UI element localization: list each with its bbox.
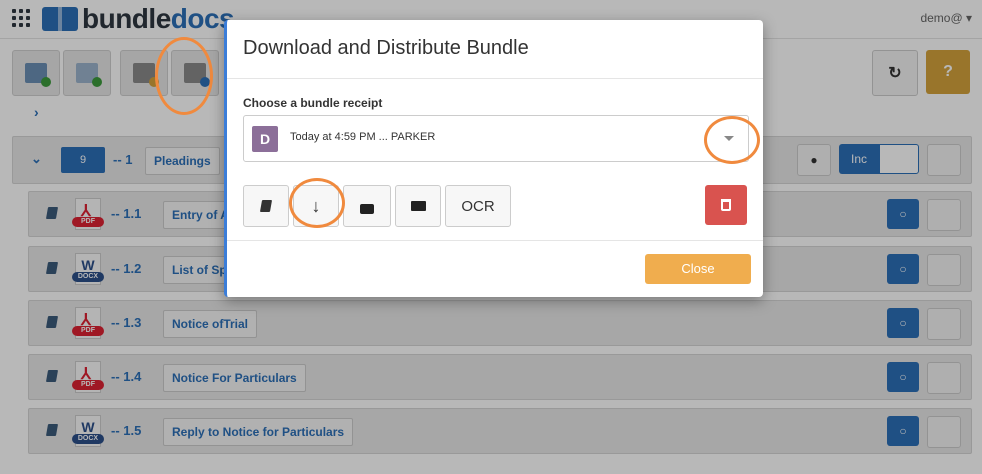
modal-footer: Close bbox=[227, 240, 763, 298]
receipt-label: Choose a bundle receipt bbox=[243, 96, 383, 110]
selected-receipt: Today at 4:59 PM ... PARKER bbox=[290, 131, 436, 143]
ocr-button[interactable]: OCR bbox=[445, 185, 511, 227]
book-icon bbox=[259, 200, 273, 212]
view-bundle-button[interactable] bbox=[243, 185, 289, 227]
modal-header: Download and Distribute Bundle bbox=[227, 20, 763, 79]
highlight-circle bbox=[155, 37, 213, 115]
envelope-icon bbox=[410, 201, 426, 211]
lock-icon bbox=[360, 204, 374, 214]
trash-icon bbox=[721, 199, 731, 211]
bundle-receipt-select[interactable]: D Today at 4:59 PM ... PARKER bbox=[243, 115, 749, 162]
email-button[interactable] bbox=[395, 185, 441, 227]
lock-button[interactable] bbox=[343, 185, 391, 227]
highlight-circle bbox=[704, 116, 760, 164]
highlight-circle bbox=[289, 178, 345, 228]
delete-receipt-button[interactable] bbox=[705, 185, 747, 225]
avatar: D bbox=[252, 126, 278, 152]
close-button[interactable]: Close bbox=[645, 254, 751, 284]
modal-title: Download and Distribute Bundle bbox=[243, 37, 529, 59]
download-distribute-modal: Download and Distribute Bundle Choose a … bbox=[224, 20, 763, 297]
